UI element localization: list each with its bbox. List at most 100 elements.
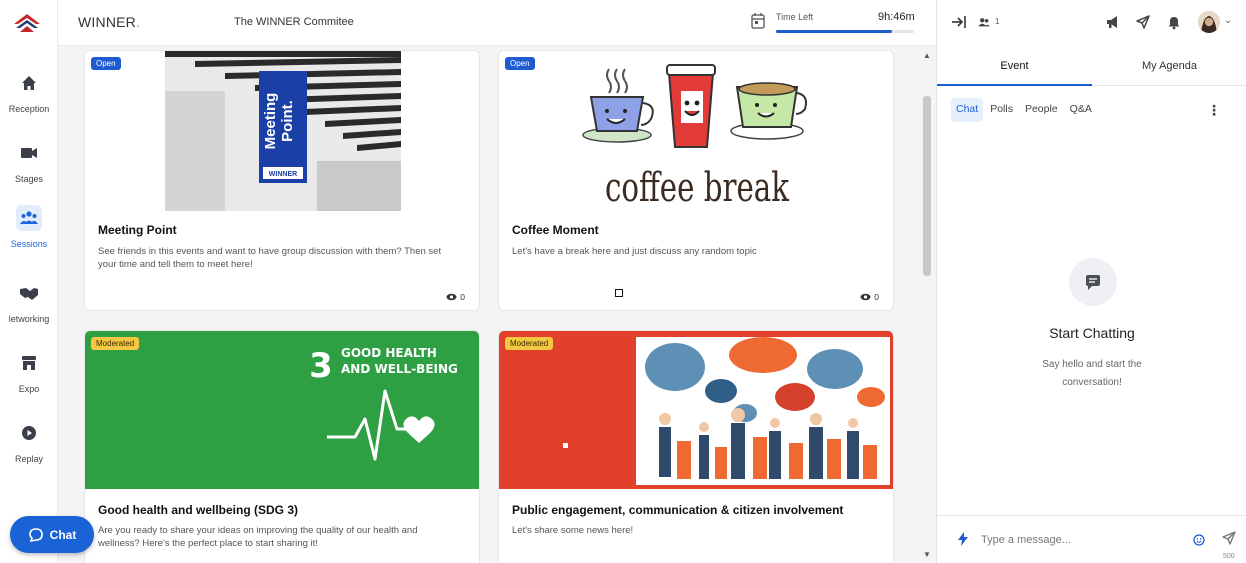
subtab-polls[interactable]: Polls [985,98,1018,122]
time-left-value: 9h:46m [878,11,915,23]
sidebar-item-label: letworking [8,314,50,324]
session-description: Are you ready to share your ideas on imp… [98,525,418,549]
sign-line-2: Point. [279,100,296,142]
sidebar-item-label: Reception [8,104,50,114]
megaphone-icon[interactable] [1105,14,1121,30]
time-left-label: Time Left [776,12,814,22]
home-icon [16,70,42,96]
sidebar-item-sessions[interactable]: Sessions [0,205,58,267]
sdg-line-1: GOOD HEALTH [341,346,437,360]
character-limit: 500 [1223,553,1235,560]
session-title: Meeting Point [98,223,177,237]
session-image: WINNER Meeting Point. [85,51,479,211]
session-card-meeting-point[interactable]: WINNER Meeting Point. Open Meeting Point… [84,50,480,311]
scrollbar-thumb[interactable] [923,96,931,276]
content-scrollbar[interactable]: ▲ ▼ [918,46,936,563]
status-badge: Open [505,57,535,70]
eye-icon [860,293,871,301]
tab-event[interactable]: Event [937,60,1092,72]
lightning-icon[interactable] [957,532,969,546]
session-description: See friends in this events and want to h… [98,246,442,270]
sidebar-item-label: Sessions [10,239,48,249]
session-description: Let's share some news here! [512,525,634,536]
message-input[interactable] [981,530,1181,550]
right-panel: 1 ⌄ Event My Agenda Chat Polls People Q&… [936,0,1246,563]
view-count-value: 0 [460,292,465,302]
chat-bubble-outline-icon [28,527,43,542]
sidebar-item-label: Expo [18,384,40,394]
send-message-icon[interactable] [1221,530,1237,546]
more-options-icon[interactable]: ⋮ [1207,102,1221,119]
scroll-up-arrow[interactable]: ▲ [923,52,931,60]
video-camera-icon [16,140,42,166]
session-card-coffee-moment[interactable]: coffee break Open Coffee Moment Let's ha… [498,50,894,311]
subtab-chat[interactable]: Chat [951,98,984,122]
message-composer: 500 [937,515,1246,563]
sidebar-item-label: Stages [14,174,44,184]
panel-tabs: Event My Agenda [937,46,1246,86]
chat-fab-label: Chat [49,527,77,542]
session-title: Public engagement, communication & citiz… [512,503,844,517]
status-badge: Moderated [91,337,140,350]
sidebar-item-label: Replay [14,454,43,464]
left-sidebar: Reception Stages Sessions letworking Exp… [0,0,58,563]
emoji-icon[interactable] [1193,533,1205,546]
subtab-people[interactable]: People [1020,98,1063,122]
attendee-count: 1 [995,17,1000,26]
empty-chat-title: Start Chatting [1049,325,1135,341]
scroll-down-arrow[interactable]: ▼ [923,551,931,559]
play-icon [16,420,42,446]
session-card-public-engagement[interactable]: Moderated Public engagement, communicati… [498,330,894,563]
view-count: 0 [446,292,465,302]
chat-bubble-icon [1069,258,1117,306]
collapse-panel-icon[interactable] [951,14,967,30]
app-logo[interactable] [12,10,42,34]
active-tab-indicator [937,84,1092,86]
sign-brand: WINNER [269,171,297,178]
eye-icon [446,293,457,301]
top-header: WINNER. The WINNER Commitee Time Left 9h… [58,0,936,46]
organizer-name: The WINNER Commitee [234,16,354,28]
send-icon[interactable] [1135,14,1151,30]
group-icon [16,205,42,231]
chevron-down-icon[interactable]: ⌄ [1224,15,1232,26]
session-image: coffee break [499,51,893,211]
status-badge: Open [91,57,121,70]
bell-icon[interactable] [1166,14,1182,30]
chat-subtabs: Chat Polls People Q&A [951,98,1099,122]
chat-fab-button[interactable]: Chat [10,516,94,553]
subtab-qa[interactable]: Q&A [1065,98,1097,122]
panel-toolbar: 1 ⌄ [937,0,1246,46]
sidebar-item-stages[interactable]: Stages [0,140,58,202]
session-card-good-health[interactable]: 3 GOOD HEALTH AND WELL-BEING Moderated G… [84,330,480,563]
attendees-icon[interactable] [977,15,991,29]
sessions-grid: WINNER Meeting Point. Open Meeting Point… [58,46,918,563]
store-icon [16,350,42,376]
view-count: 0 [860,292,879,302]
handshake-icon [16,280,42,306]
calendar-icon [750,12,766,30]
sign-line-1: Meeting [262,93,279,150]
app-root: Reception Stages Sessions letworking Exp… [0,0,1246,563]
cursor-marker [615,289,623,297]
empty-chat-subtitle: Say hello and start the conversation! [1042,359,1142,388]
tab-my-agenda[interactable]: My Agenda [1092,60,1246,72]
status-badge: Moderated [505,337,554,350]
sidebar-item-networking[interactable]: letworking [0,280,58,342]
sidebar-item-reception[interactable]: Reception [0,70,58,132]
sdg-number: 3 [309,346,333,386]
session-image: 3 GOOD HEALTH AND WELL-BEING [85,331,479,489]
sdg-line-2: AND WELL-BEING [341,362,458,376]
session-image [499,331,893,489]
avatar[interactable] [1198,11,1220,33]
sidebar-item-replay[interactable]: Replay [0,420,58,482]
view-count-value: 0 [874,292,879,302]
session-title: Coffee Moment [512,223,599,237]
session-title: Good health and wellbeing (SDG 3) [98,503,299,517]
time-left-progress-fill [776,30,892,33]
coffee-break-text: coffee break [605,165,790,211]
event-brand[interactable]: WINNER. [78,14,140,30]
event-name: WINNER [78,14,136,30]
sidebar-item-expo[interactable]: Expo [0,350,58,412]
time-left-progress [776,30,914,33]
